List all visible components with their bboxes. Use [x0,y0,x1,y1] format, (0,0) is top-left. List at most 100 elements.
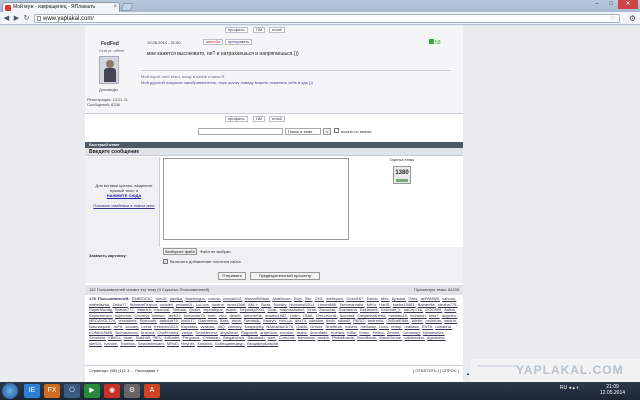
online-user-link[interactable]: ihuracon, [410,313,426,318]
online-user-link[interactable]: BoroBoner, [357,335,377,340]
online-user-link[interactable]: Fergunus, [183,335,201,340]
post-author[interactable]: FedFed [101,41,119,47]
online-user-link[interactable]: kma7, [429,313,440,318]
clock[interactable]: 21:09 12.05.2014 [600,384,625,396]
online-user-link[interactable]: tlecti, [326,318,335,323]
online-user-link[interactable]: aesnd, [230,313,242,318]
taskbar-app-icon[interactable]: ⚙ [124,384,140,398]
online-user-link[interactable]: rom-ua, [279,318,293,323]
online-user-link[interactable]: Cemslurg, [402,330,420,335]
online-user-link[interactable]: MRxD, [167,341,179,346]
new-tab-button[interactable] [120,3,134,11]
online-user-link[interactable]: Tramnla, [120,341,136,346]
online-user-link[interactable]: lalebe, [412,318,424,323]
online-user-link[interactable]: Хватун, [263,318,277,323]
online-user-link[interactable]: MIKo, [367,302,377,307]
online-user-link[interactable]: stezha775, [438,302,458,307]
online-user-link[interactable]: Zemes, [387,330,400,335]
online-user-link[interactable]: miroccal, [154,307,170,312]
online-user-link[interactable]: Antick, [444,307,456,312]
back-button[interactable]: ◀ [2,14,11,23]
online-user-link[interactable]: interno, [152,313,165,318]
pm-link-bottom[interactable]: ПМ [253,116,266,122]
online-user-link[interactable]: Plymouth, [140,318,158,323]
online-user-link[interactable]: Stiz, [305,296,313,301]
online-user-link[interactable]: tramimsa, [298,335,316,340]
search-input[interactable] [198,128,283,135]
online-user-link[interactable]: ONIK, [303,313,314,318]
online-user-link[interactable]: Valerich, [137,307,152,312]
address-bar[interactable]: www.yaplakal.com/ ☆ [34,14,620,23]
online-user-link[interactable]: hakitato13, [389,313,409,318]
online-user-link[interactable]: vio-r, [219,313,228,318]
online-user-link[interactable]: Agostulus, [427,335,446,340]
online-user-link[interactable]: Vintri, [307,307,317,312]
online-user-link[interactable]: cosmo, [208,296,221,301]
reply-poll-links[interactable]: [ ОТВЕТИТЬ ] [ ОПРОС ] [413,366,459,375]
online-user-link[interactable]: pavlika, [170,296,184,301]
online-user-link[interactable]: forlen, [359,330,370,335]
taskbar-app-icon[interactable]: A [144,384,160,398]
search-scope-select[interactable]: Поиск в теме [285,128,321,135]
online-user-link[interactable]: Ragosoft, [241,330,258,335]
smilies-link[interactable]: Показать смайлики в новом окне [91,203,157,208]
online-user-link[interactable]: Iriffor, [347,330,357,335]
online-user-link[interactable]: vephabyus, [203,307,223,312]
online-user-link[interactable]: freeman1024, [154,324,179,329]
online-user-link[interactable]: KOMKASMB, [89,330,113,335]
online-user-link[interactable]: nanabna, [435,324,452,329]
online-user-link[interactable]: awrt, [268,335,277,340]
online-user-link[interactable]: artarko1882, [265,313,287,318]
complain-button[interactable]: жалоба [203,39,223,45]
online-user-link[interactable]: coddell, [160,302,174,307]
online-user-link[interactable]: Steganchon, [223,335,245,340]
online-user-link[interactable]: Kopilchenich, [89,313,113,318]
online-user-link[interactable]: PhiloMusnia, [332,335,355,340]
settings-wrench-icon[interactable]: ⚙ [629,14,636,23]
online-user-link[interactable]: Sevuteta, [89,335,106,340]
online-user-link[interactable]: chepal112, [223,296,242,301]
online-user-link[interactable]: OleLuKonik, [316,313,338,318]
online-user-link[interactable]: eyrfaesmes, [423,330,445,335]
online-user-link[interactable]: Isaknaspost, [89,324,111,329]
online-user-link[interactable]: Humorist2014, [289,302,315,307]
online-user-link[interactable]: aiiQ, [217,324,225,329]
quote-button[interactable]: цитировать [225,39,253,45]
online-user-link[interactable]: Бобёщанецмур, [215,341,245,346]
online-user-link[interactable]: tosters, [345,324,358,329]
online-user-link[interactable]: arabz, [297,330,308,335]
online-user-link[interactable]: Slakh99, [136,335,152,340]
online-user-link[interactable]: komandir73, [184,313,206,318]
online-user-link[interactable]: Chornyy, [134,313,150,318]
online-user-link[interactable]: MEGAVOLT24, [89,318,116,323]
online-user-link[interactable]: hetk, [208,313,217,318]
preview-button[interactable]: Предварительный просмотр [250,272,320,280]
bookmark-star-icon[interactable]: ☆ [610,15,616,23]
online-user-link[interactable]: AkaBloom, [272,296,291,301]
online-user-link[interactable]: Evgl, [294,296,303,301]
online-user-link[interactable]: Eseieme6, [360,307,379,312]
online-user-link[interactable]: rockman_k, [381,307,402,312]
online-user-link[interactable]: Vintx, [408,296,418,301]
maximize-button[interactable]: □ [604,0,618,9]
online-user-link[interactable]: Limont666, [318,302,338,307]
online-user-link[interactable]: Kaysidus, [181,324,198,329]
online-user-link[interactable]: Kasperpky, [245,324,265,329]
minimize-button[interactable]: – [590,0,604,9]
online-user-link[interactable]: ENTb, [422,324,433,329]
online-user-link[interactable]: EMBIOZ3C, [132,296,154,301]
online-user-link[interactable]: Bumashman, [115,330,139,335]
online-user-link[interactable]: vvalbun, [200,324,215,329]
online-user-link[interactable]: Bratan777, [115,307,135,312]
online-user-link[interactable]: valdemahn, [404,335,425,340]
online-user-link[interactable]: vrocinkms, [118,318,137,323]
online-user-link[interactable]: Koellen, [331,330,345,335]
taskbar-app-icon[interactable]: ⎔ [64,384,80,398]
rating-box[interactable]: 1380 [393,166,411,184]
online-user-link[interactable]: antonichik, [244,313,263,318]
online-user-link[interactable]: Machingun, [185,296,206,301]
online-user-link[interactable]: exodon, [280,330,294,335]
close-window-button[interactable]: ✕ [618,0,638,9]
online-user-link[interactable]: asvin, [232,318,242,323]
profile-link[interactable]: профиль [225,27,248,33]
